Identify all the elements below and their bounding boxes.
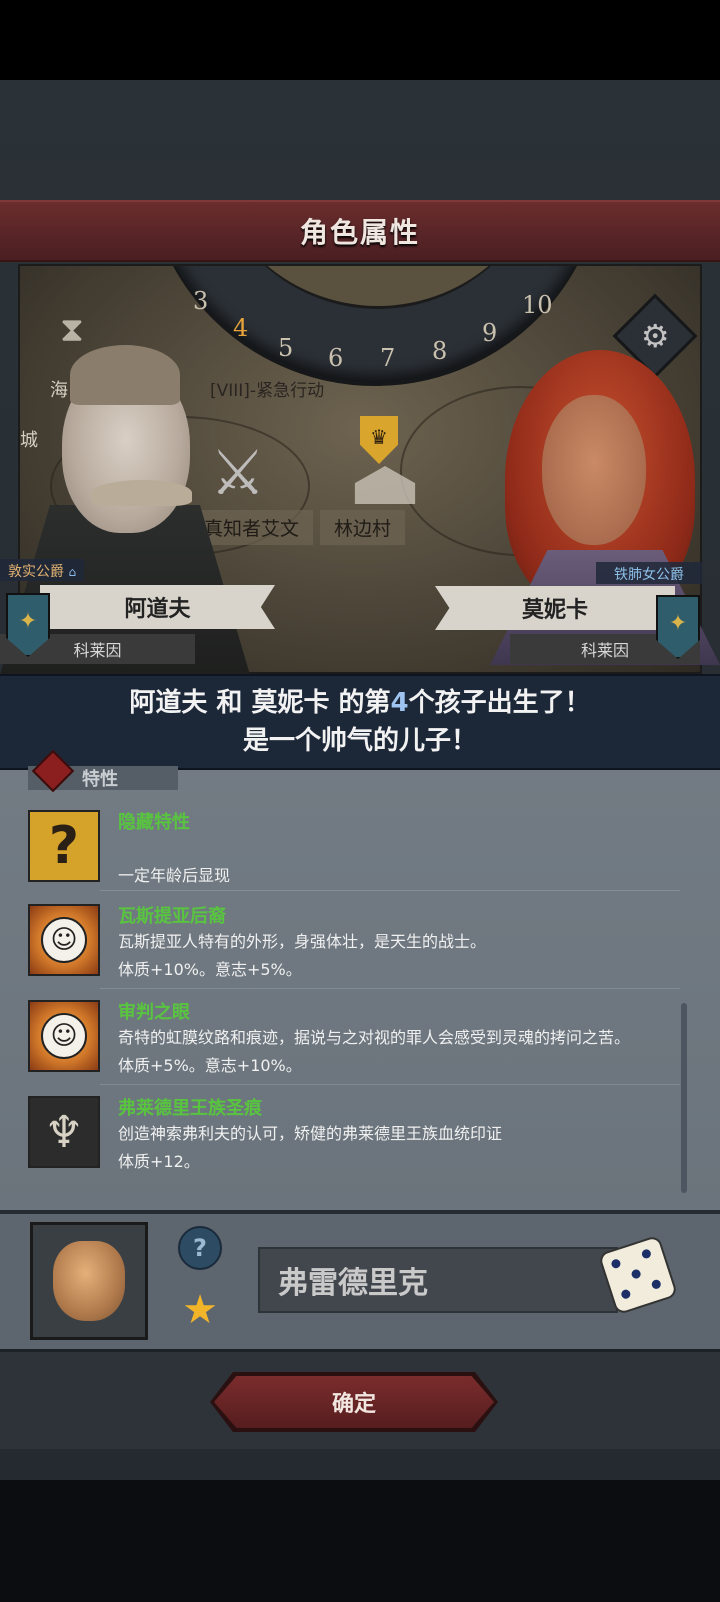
traits-header: 特性 — [28, 749, 178, 793]
announcement-text: 个孩子出生了！ — [408, 688, 591, 718]
trait-item[interactable]: ☺ 瓦斯提亚后裔 瓦斯提亚人特有的外形，身强体壮，是天生的战士。 体质+10%。… — [28, 900, 678, 988]
location-label-right: 林边村 — [320, 510, 406, 545]
divider — [100, 890, 680, 891]
traits-title: 特性 — [82, 769, 118, 790]
dial-number: 9 — [482, 319, 498, 347]
child-portrait — [30, 1222, 148, 1340]
trait-desc-line: 瓦斯提亚人特有的外形，身强体壮，是天生的战士。 — [118, 932, 487, 951]
divider — [100, 1084, 680, 1085]
announcement-line-1: 阿道夫 和 莫妮卡 的第4个孩子出生了！ — [129, 684, 590, 722]
trait-desc: 瓦斯提亚人特有的外形，身强体壮，是天生的战士。 体质+10%。意志+5%。 — [118, 928, 678, 984]
child-name-field[interactable]: 弗雷德里克 — [258, 1247, 618, 1313]
dial-number: 6 — [328, 344, 344, 372]
trait-item[interactable]: ☺ 审判之眼 奇特的虹膜纹路和痕迹，据说与之对视的罪人会感受到灵魂的拷问之苦。 … — [28, 996, 678, 1084]
divider — [100, 988, 680, 989]
house-icon: ⌂ — [68, 565, 77, 579]
baby-image — [53, 1241, 125, 1321]
mother-name-plate[interactable]: 莫妮卡 — [435, 586, 675, 630]
smile-icon: ☺ — [28, 1000, 100, 1072]
father-hair — [70, 345, 180, 405]
trait-name: 隐藏特性 — [118, 812, 190, 833]
birth-announcement: 阿道夫 和 莫妮卡 的第4个孩子出生了！ 是一个帅气的儿子！ — [0, 674, 720, 770]
father-rank: 敦实公爵 ⌂ — [0, 559, 85, 581]
mother-rank: 铁肺女公爵 — [596, 562, 702, 584]
trait-name: 审判之眼 — [118, 1002, 190, 1023]
status-bar-area — [0, 0, 720, 80]
trait-desc: 奇特的虹膜纹路和痕迹，据说与之对视的罪人会感受到灵魂的拷问之苦。 体质+5%。意… — [118, 1024, 678, 1080]
announcement-line-2: 是一个帅气的儿子！ — [242, 726, 477, 756]
trait-desc-line: 奇特的虹膜纹路和痕迹，据说与之对视的罪人会感受到灵魂的拷问之苦。 — [118, 1028, 631, 1047]
father-moustache — [92, 480, 192, 506]
navigation-bar-area — [0, 1480, 720, 1602]
dial-number-active: 4 — [233, 314, 249, 342]
trait-stat-line: 体质+10%。意志+5%。 — [118, 960, 302, 979]
trait-item[interactable]: ? 隐藏特性 一定年龄后显现 — [28, 806, 678, 894]
father-name-plate[interactable]: 阿道夫 — [40, 585, 275, 629]
child-number: 4 — [390, 688, 409, 718]
trait-item[interactable]: ♆ 弗莱德里王族圣痕 创造神索弗利夫的认可，矫健的弗莱德里王族血统印证 体质+1… — [28, 1092, 678, 1180]
trait-stat-line: 体质+5%。意志+10%。 — [118, 1056, 302, 1075]
title-bar: 角色属性 — [0, 200, 720, 262]
trait-desc: 创造神索弗利夫的认可，矫健的弗莱德里王族血统印证 体质+12。 — [118, 1120, 678, 1176]
royal-crest-icon: ♆ — [28, 1096, 100, 1168]
dial-number: 7 — [380, 344, 396, 372]
announcement-text: 阿道夫 和 莫妮卡 的第 — [129, 688, 391, 718]
page-title: 角色属性 — [299, 216, 420, 249]
trait-name: 瓦斯提亚后裔 — [118, 906, 226, 927]
dial-number: 5 — [278, 334, 294, 362]
father-rank-text: 敦实公爵 — [8, 564, 64, 580]
mother-face — [542, 395, 646, 545]
help-button[interactable]: ? — [178, 1226, 222, 1270]
question-mark-icon: ? — [28, 810, 100, 882]
smile-icon: ☺ — [28, 904, 100, 976]
turn-dial-inner — [208, 266, 548, 309]
lord-crest-icon: ♛ — [360, 416, 398, 464]
hourglass-icon[interactable]: ⧗ — [60, 310, 84, 350]
trait-stat-line: 体质+12。 — [118, 1152, 200, 1171]
trait-desc-line: 创造神索弗利夫的认可，矫健的弗莱德里王族血统印证 — [118, 1124, 503, 1143]
traits-panel[interactable]: 特性 ? 隐藏特性 一定年龄后显现 ☺ 瓦斯提亚后裔 瓦斯提亚人特有的外形，身强… — [0, 749, 720, 1210]
trait-desc: 一定年龄后显现 — [118, 866, 231, 885]
dial-number: 8 — [432, 337, 448, 365]
star-icon[interactable]: ★ — [178, 1287, 222, 1333]
trait-name: 弗莱德里王族圣痕 — [118, 1098, 262, 1119]
dial-number: 3 — [193, 287, 209, 315]
confirm-button[interactable]: 确定 — [214, 1376, 494, 1428]
traits-scrollbar[interactable] — [681, 1003, 687, 1193]
dial-number: 10 — [522, 291, 553, 319]
